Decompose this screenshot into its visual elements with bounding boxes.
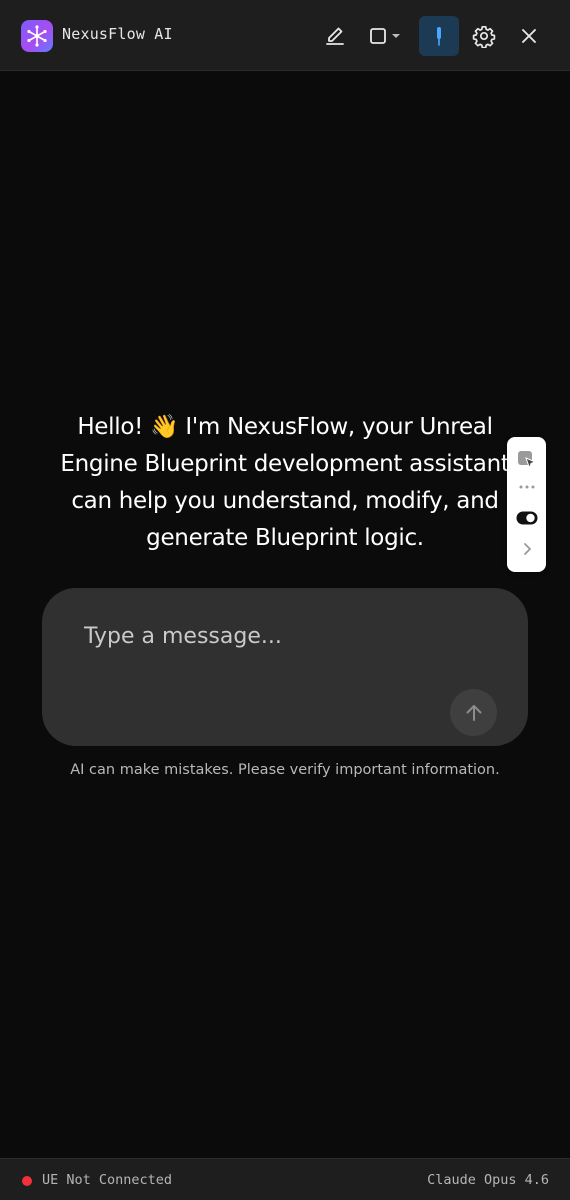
disclaimer-text: AI can make mistakes. Please verify impo… <box>70 762 500 778</box>
message-input[interactable] <box>84 616 484 656</box>
title-bar: NexusFlow AI <box>0 0 570 71</box>
status-bar: UE Not Connected Claude Opus 4.6 <box>0 1158 570 1200</box>
send-button[interactable] <box>450 689 497 736</box>
app-logo <box>21 20 53 52</box>
new-chat-button[interactable] <box>315 16 355 56</box>
settings-button[interactable] <box>464 16 504 56</box>
network-star-icon <box>27 25 47 47</box>
close-button[interactable] <box>509 16 549 56</box>
pin-button[interactable] <box>419 16 459 56</box>
model-selector[interactable]: Claude Opus 4.6 <box>427 1172 549 1188</box>
welcome-line: generate Blueprint logic. <box>146 525 424 551</box>
pencil-icon <box>326 27 344 45</box>
cursor-select-icon <box>517 451 536 470</box>
element-select-button[interactable] <box>507 447 546 473</box>
app-title: NexusFlow AI <box>62 25 173 43</box>
more-options-button[interactable] <box>507 481 546 493</box>
connection-status-dot <box>22 1176 32 1186</box>
welcome-line: Hello! 👋 I'm NexusFlow, your Unreal <box>77 414 493 440</box>
chevron-right-icon <box>523 543 531 555</box>
floating-side-toolbar <box>507 437 546 572</box>
connection-status: UE Not Connected <box>42 1172 173 1188</box>
message-composer <box>42 588 528 746</box>
welcome-line: can help you understand, modify, and <box>71 488 499 514</box>
caret-down-icon <box>392 34 400 38</box>
stop-dropdown-button[interactable] <box>362 16 408 56</box>
gear-icon <box>472 25 496 48</box>
toggle-icon <box>516 511 537 525</box>
close-icon <box>522 29 536 43</box>
arrow-up-icon <box>466 704 481 721</box>
toggle-switch[interactable] <box>507 508 546 528</box>
square-icon <box>370 28 386 44</box>
collapse-toolbar-button[interactable] <box>507 537 546 561</box>
welcome-message: Hello! 👋 I'm NexusFlow, your Unreal Engi… <box>14 409 556 557</box>
more-horizontal-icon <box>519 485 534 489</box>
welcome-line: Engine Blueprint development assistant <box>60 451 510 477</box>
pin-icon <box>437 27 441 46</box>
